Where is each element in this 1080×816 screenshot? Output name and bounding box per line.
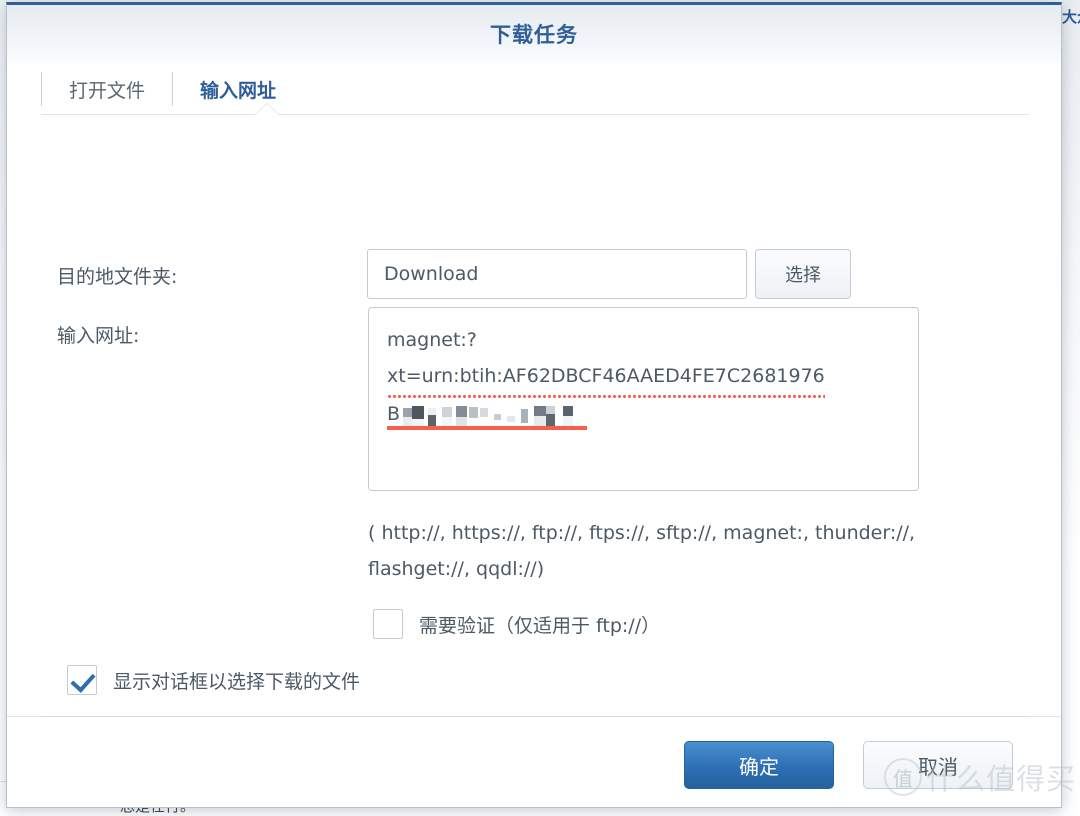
footer-separator xyxy=(41,716,1029,717)
redaction-underline xyxy=(387,426,587,430)
destination-folder-input[interactable] xyxy=(367,249,747,299)
supported-protocols-hint: ( http://, https://, ftp://, ftps://, sf… xyxy=(368,522,916,580)
ok-button[interactable]: 确定 xyxy=(684,741,834,789)
dialog-footer: 确定 取消 xyxy=(7,716,1061,807)
show-file-selection-checkbox[interactable] xyxy=(67,665,97,695)
active-tab-arrow-indicator xyxy=(255,104,279,115)
dialog-body: 目的地文件夹: 选择 输入网址: magnet:? xt=urn:btih:AF… xyxy=(7,115,1061,719)
download-task-dialog: 下载任务 打开文件 输入网址 目的地文件夹: 选择 输入网址: magnet:?… xyxy=(6,2,1062,808)
tab-open-file[interactable]: 打开文件 xyxy=(41,72,172,106)
dialog-titlebar: 下载任务 xyxy=(7,5,1061,63)
cancel-button[interactable]: 取消 xyxy=(863,741,1013,789)
url-text-line-3-prefix: B xyxy=(387,403,401,425)
url-text-line-3: B xyxy=(387,399,587,430)
destination-folder-label: 目的地文件夹: xyxy=(57,266,178,288)
dialog-title: 下载任务 xyxy=(490,23,578,47)
backdrop-right-clipped-text: 大众 xyxy=(1062,8,1080,26)
require-auth-row[interactable]: 需要验证（仅适用于 ftp://） xyxy=(373,609,660,639)
redaction-mosaic xyxy=(401,406,575,426)
tab-strip: 打开文件 输入网址 xyxy=(7,63,1061,115)
url-textarea[interactable]: magnet:? xt=urn:btih:AF62DBCF46AAED4FE7C… xyxy=(368,307,919,491)
select-folder-button[interactable]: 选择 xyxy=(755,249,851,299)
tab-enter-url[interactable]: 输入网址 xyxy=(172,72,303,106)
show-file-selection-label: 显示对话框以选择下载的文件 xyxy=(113,670,361,693)
enter-url-label: 输入网址: xyxy=(57,325,140,347)
require-auth-label: 需要验证（仅适用于 ftp://） xyxy=(419,614,661,637)
url-text-line-2: xt=urn:btih:AF62DBCF46AAED4FE7C2681976 xyxy=(387,358,825,399)
url-text-line-1: magnet:? xyxy=(387,329,477,351)
backdrop-right-strip: 大众 xyxy=(1062,0,1080,812)
show-file-selection-row[interactable]: 显示对话框以选择下载的文件 xyxy=(67,665,360,695)
require-auth-checkbox[interactable] xyxy=(373,609,403,639)
